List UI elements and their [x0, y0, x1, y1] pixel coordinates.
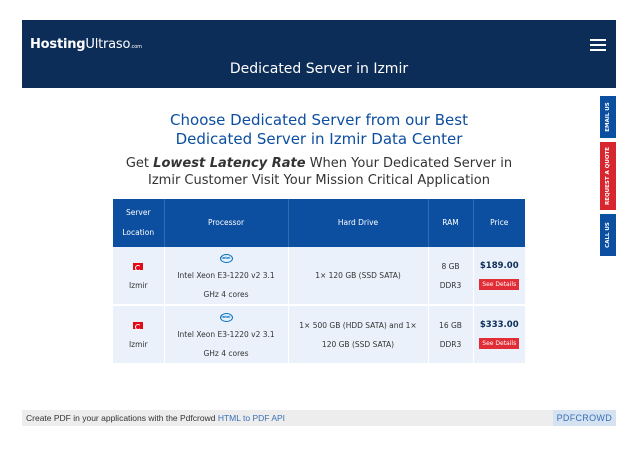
price-value: $189.00: [479, 261, 519, 271]
ram-cell: 8 GB DDR3: [428, 247, 474, 305]
hard-drive-cell: 1× 120 GB (SSD SATA): [288, 247, 429, 305]
hard-drive-cell: 1× 500 GB (HDD SATA) and 1× 120 GB (SSD S…: [288, 305, 429, 363]
turkey-flag-icon: [133, 322, 144, 330]
subheading-emphasis: Lowest Latency Rate: [153, 156, 306, 171]
call-us-tab[interactable]: CALL US: [600, 214, 616, 256]
server-table: Server Location Processor Hard Drive RAM …: [113, 199, 525, 363]
main-heading-line1: Choose Dedicated Server from our Best: [170, 111, 468, 129]
hamburger-icon[interactable]: [590, 39, 606, 51]
processor-cell: intel Intel Xeon E3-1220 v2 3.1 GHz 4 core…: [164, 305, 289, 363]
col-price: Price: [490, 218, 509, 227]
subheading-line2: Izmir Customer Visit Your Mission Critic…: [148, 173, 490, 188]
page-title: Dedicated Server in Izmir: [229, 61, 409, 77]
pdf-footer: Create PDF in your applications with the…: [22, 410, 616, 426]
processor-cell: intel Intel Xeon E3-1220 v2 3.1 GHz 4 core…: [164, 247, 289, 305]
main-heading-line2: Dedicated Server in Izmir Data Center: [175, 130, 463, 148]
pdfcrowd-brand[interactable]: PDFCROWD: [552, 410, 616, 426]
location-cell: Izmir: [113, 305, 165, 363]
table-row: Izmir intel Intel Xeon E3-1220 v2 3.1 GHz …: [113, 305, 525, 363]
html-to-pdf-link[interactable]: HTML to PDF API: [218, 413, 285, 423]
price-cell: $189.00 See Details: [473, 247, 525, 305]
location-cell: Izmir: [113, 247, 165, 305]
col-hard-drive: Hard Drive: [288, 199, 429, 247]
site-logo[interactable]: HostingUltraso.com: [30, 37, 142, 52]
col-processor: Processor: [164, 199, 289, 247]
table-row: Izmir intel Intel Xeon E3-1220 v2 3.1 GHz …: [113, 247, 525, 305]
see-details-button[interactable]: See Details: [479, 279, 520, 290]
price-cell: $333.00 See Details: [473, 305, 525, 363]
site-header: HostingUltraso.com Dedicated Server in I…: [22, 20, 616, 88]
col-ram: RAM: [428, 199, 474, 247]
subheading-line1: Get Lowest Latency Rate When Your Dedica…: [125, 156, 513, 171]
price-value: $333.00: [479, 320, 519, 330]
turkey-flag-icon: [133, 263, 144, 271]
ram-cell: 16 GB DDR3: [428, 305, 474, 363]
intel-logo-icon: intel: [219, 254, 233, 263]
see-details-button[interactable]: See Details: [479, 338, 520, 349]
col-location: Server Location: [113, 199, 165, 247]
intel-logo-icon: intel: [219, 313, 233, 322]
footer-text: Create PDF in your applications with the…: [26, 413, 286, 423]
table-header-row: Server Location Processor Hard Drive RAM …: [113, 199, 525, 247]
